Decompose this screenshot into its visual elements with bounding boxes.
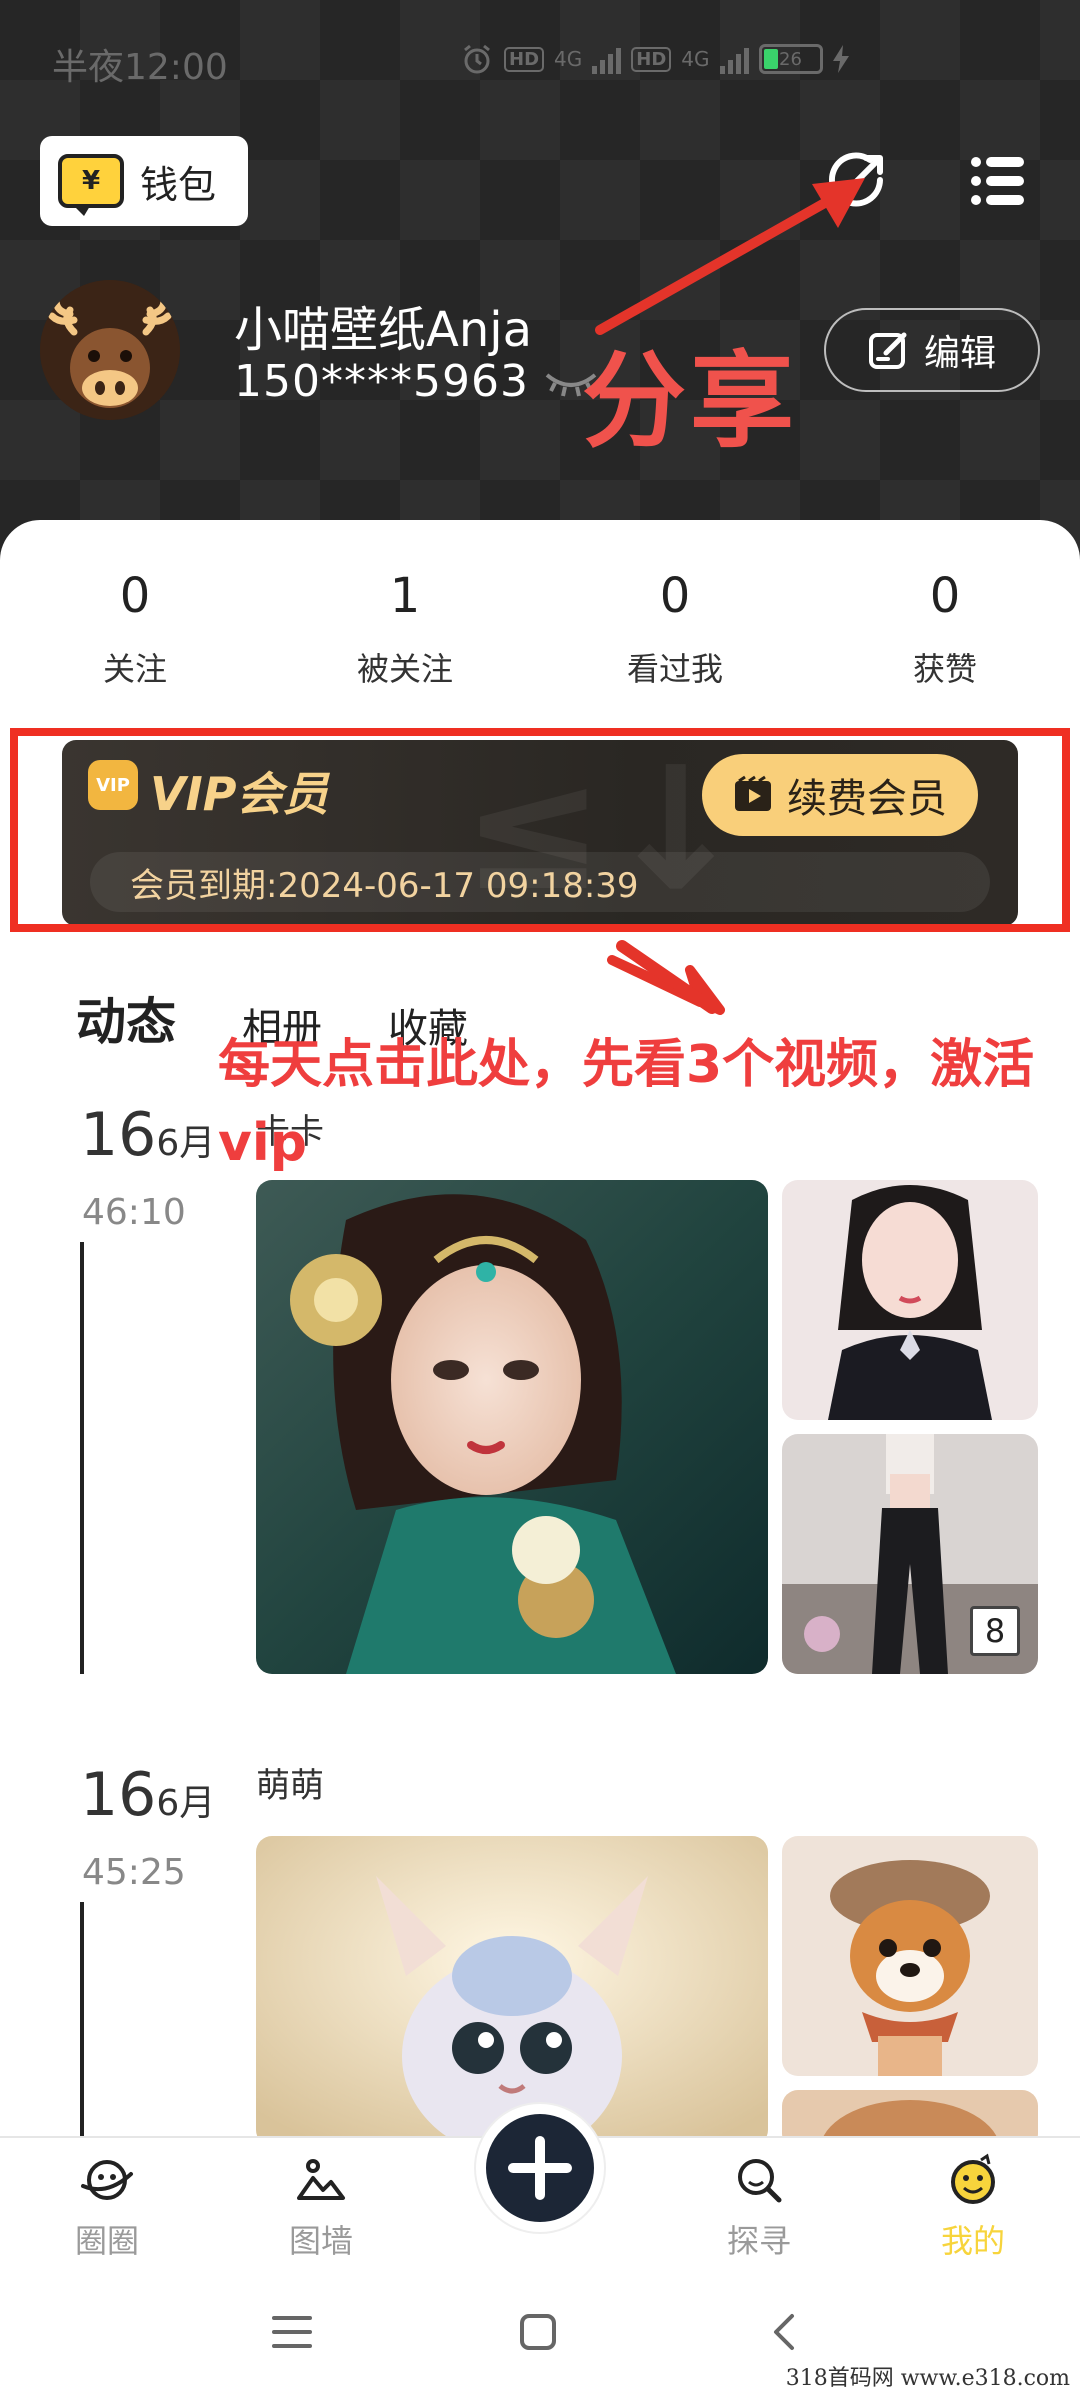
wallet-icon: ¥ bbox=[58, 154, 124, 216]
stat-label: 被关注 bbox=[356, 650, 453, 688]
stat-value: 0 bbox=[659, 568, 691, 624]
baby-dragon-image bbox=[256, 1836, 768, 2146]
edit-label: 编辑 bbox=[923, 333, 996, 374]
nav-label: 我的 bbox=[940, 2222, 1005, 2260]
post-thumb-image[interactable]: 8 bbox=[782, 1434, 1038, 1674]
nav-label: 圈圈 bbox=[74, 2222, 139, 2260]
timeline-line bbox=[80, 1902, 84, 2142]
back-icon[interactable] bbox=[770, 2312, 800, 2352]
battery-level: 26 bbox=[779, 48, 802, 70]
edit-icon bbox=[868, 332, 907, 369]
stat-following[interactable]: 0 关注 bbox=[0, 568, 270, 690]
network-label: 4G bbox=[554, 47, 583, 71]
share-icon[interactable] bbox=[826, 150, 888, 212]
puppy-image bbox=[782, 1836, 1038, 2076]
status-bar: 半夜12:00 HD 4G HD 4G 26 bbox=[0, 0, 1080, 120]
post-day: 16 bbox=[80, 1760, 157, 1830]
annotation-vip-instruction: 每天点击此处，先看3个视频，激活vip bbox=[218, 1035, 1035, 1173]
moose-avatar-icon bbox=[40, 280, 180, 420]
wallet-label: 钱包 bbox=[140, 162, 217, 207]
hd-badge: HD bbox=[504, 46, 545, 72]
post-author: 萌萌 bbox=[256, 1766, 324, 1806]
status-icons: HD 4G HD 4G 26 bbox=[460, 42, 849, 76]
post-time: 46:10 bbox=[82, 1192, 186, 1233]
stat-label: 看过我 bbox=[626, 650, 723, 688]
signal-icon bbox=[592, 44, 622, 74]
watermark-text: 318首码网 www.e318.com bbox=[785, 2366, 1070, 2391]
plus-icon bbox=[508, 2136, 572, 2200]
phone-row: 150****5963 bbox=[234, 356, 599, 407]
search-icon bbox=[738, 2159, 782, 2203]
post-time: 45:25 bbox=[82, 1852, 186, 1893]
post-date: 166月 bbox=[80, 1100, 215, 1170]
hd-badge: HD bbox=[631, 46, 672, 72]
annotation-highlight-box bbox=[10, 728, 1070, 932]
post-month: 6月 bbox=[156, 1123, 216, 1164]
stat-label: 关注 bbox=[102, 650, 167, 688]
edit-profile-button[interactable]: 编辑 bbox=[824, 308, 1040, 392]
nav-label: 探寻 bbox=[726, 2222, 791, 2260]
phone-number: 150****5963 bbox=[234, 356, 529, 407]
picture-icon bbox=[297, 2159, 345, 2200]
nav-item-picture-wall[interactable]: 图墙 bbox=[246, 2152, 396, 2262]
status-time: 半夜12:00 bbox=[52, 47, 228, 88]
post-thumb-image[interactable] bbox=[782, 1180, 1038, 1420]
nav-item-circle[interactable]: 圈圈 bbox=[32, 2152, 182, 2262]
system-nav-bar: 318首码网 www.e318.com bbox=[0, 2270, 1080, 2400]
avatar[interactable] bbox=[40, 280, 180, 420]
nav-item-explore[interactable]: 探寻 bbox=[684, 2152, 834, 2262]
nav-label: 图墙 bbox=[288, 2222, 353, 2260]
stat-followers[interactable]: 1 被关注 bbox=[270, 568, 540, 690]
stat-value: 0 bbox=[119, 568, 151, 624]
stat-visitors[interactable]: 0 看过我 bbox=[540, 568, 810, 690]
stat-value: 1 bbox=[389, 568, 421, 624]
portrait-girl-image bbox=[782, 1180, 1038, 1420]
nav-item-mine[interactable]: 我的 bbox=[898, 2152, 1048, 2262]
post-thumb-image[interactable] bbox=[782, 1836, 1038, 2076]
battery-icon: 26 bbox=[758, 44, 823, 74]
image-count-badge: 8 bbox=[970, 1606, 1020, 1656]
post-main-image[interactable] bbox=[256, 1180, 768, 1674]
username: 小喵壁纸Anja bbox=[234, 302, 533, 358]
fantasy-girl-image bbox=[256, 1180, 768, 1674]
tab-moments[interactable]: 动态 bbox=[76, 982, 176, 1054]
stat-likes[interactable]: 0 获赞 bbox=[810, 568, 1080, 690]
recent-apps-icon[interactable] bbox=[270, 2312, 314, 2352]
alarm-icon bbox=[464, 44, 490, 74]
wallet-symbol: ¥ bbox=[81, 166, 101, 196]
home-icon[interactable] bbox=[518, 2312, 558, 2352]
post-month: 6月 bbox=[156, 1783, 216, 1824]
stats-row: 0 关注 1 被关注 0 看过我 0 获赞 bbox=[0, 568, 1080, 690]
planet-icon bbox=[81, 2160, 133, 2200]
stat-value: 0 bbox=[929, 568, 961, 624]
stat-label: 获赞 bbox=[912, 650, 977, 688]
wallet-button[interactable]: ¥ 钱包 bbox=[40, 136, 248, 226]
menu-icon[interactable] bbox=[970, 154, 1026, 208]
signal-icon bbox=[719, 44, 749, 74]
post-day: 16 bbox=[80, 1100, 157, 1170]
network-label: 4G bbox=[681, 47, 710, 71]
timeline-line bbox=[80, 1242, 84, 1674]
charging-icon bbox=[832, 45, 849, 73]
post-main-image[interactable] bbox=[256, 1836, 768, 2146]
smiley-icon bbox=[951, 2153, 995, 2204]
profile-header: 半夜12:00 HD 4G HD 4G 26 ¥ 钱包 小喵壁纸Anja 150… bbox=[0, 0, 1080, 560]
annotation-share-label: 分享 bbox=[582, 340, 799, 462]
post-date: 166月 bbox=[80, 1760, 215, 1830]
add-post-button[interactable] bbox=[476, 2104, 604, 2232]
